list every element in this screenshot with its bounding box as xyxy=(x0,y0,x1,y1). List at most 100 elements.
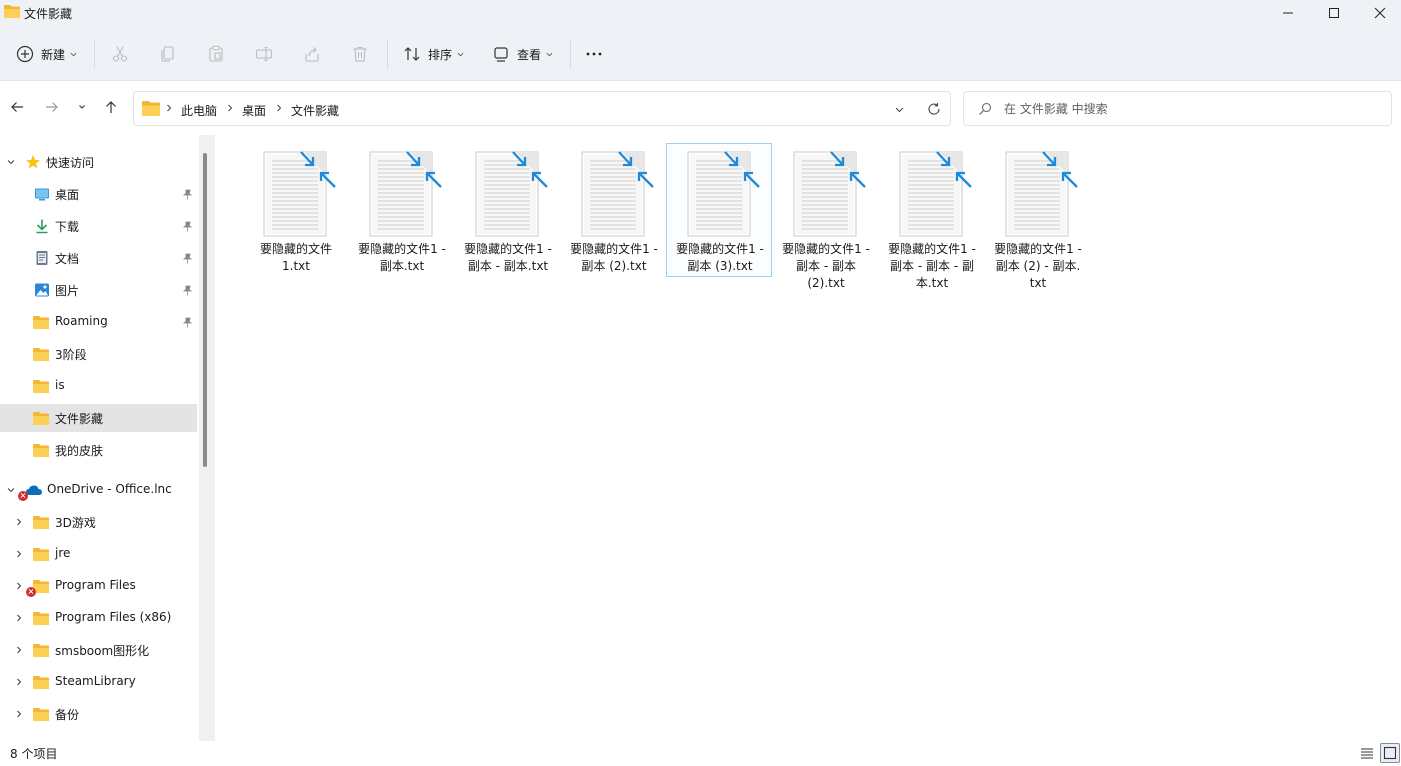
file-item[interactable]: 要隐藏的文件1 - 副本.txt xyxy=(348,143,454,277)
file-item[interactable]: 要隐藏的文件1 - 副本 (3).txt xyxy=(666,143,772,277)
sidebar-item-onedrive[interactable]: × OneDrive - Office.lnc xyxy=(0,476,197,504)
pin-icon[interactable] xyxy=(182,317,193,328)
file-name-line: 副本 - 副本.txt xyxy=(467,259,549,273)
chevron-down-icon[interactable] xyxy=(6,485,16,495)
pin-icon[interactable] xyxy=(182,253,193,264)
sidebar-item-current-folder[interactable]: 文件影藏 xyxy=(0,404,197,432)
chevron-right-icon[interactable] xyxy=(14,709,24,719)
text-file-shortcut-icon xyxy=(687,151,760,237)
copy-button[interactable] xyxy=(159,38,177,70)
chevron-right-icon[interactable] xyxy=(14,549,24,559)
pin-icon[interactable] xyxy=(182,189,193,200)
text-file-shortcut-icon xyxy=(899,151,972,237)
chevron-right-icon[interactable] xyxy=(14,645,24,655)
chevron-right-icon[interactable] xyxy=(14,613,24,623)
command-bar: 新建 排序 查看 xyxy=(0,26,1401,81)
sidebar-item-label: smsboom图形化 xyxy=(55,644,150,658)
file-item[interactable]: 要隐藏的文件1 - 副本 - 副本 (2).txt xyxy=(772,143,878,290)
file-item[interactable]: 要隐藏的文件1 - 副本 - 副本 - 副本.txt xyxy=(878,143,984,290)
sort-label: 排序 xyxy=(428,47,453,62)
sidebar-item-documents[interactable]: 文档 xyxy=(0,244,197,272)
breadcrumb-desktop[interactable]: 桌面 xyxy=(242,102,266,119)
sidebar-item-label: 备份 xyxy=(55,708,80,722)
chevron-down-icon[interactable] xyxy=(894,104,905,115)
chevron-down-icon xyxy=(70,52,77,56)
sidebar-item-label: 文档 xyxy=(55,252,80,266)
more-options-button[interactable] xyxy=(585,38,603,70)
sort-button[interactable]: 排序 xyxy=(403,38,464,70)
paste-button[interactable] xyxy=(207,38,225,70)
sidebar-item-label: Program Files (x86) xyxy=(55,610,172,624)
minimize-button[interactable] xyxy=(1265,0,1311,26)
document-icon xyxy=(36,251,48,265)
sidebar-item-quick-access[interactable]: 快速访问 xyxy=(0,148,197,176)
chevron-down-icon[interactable] xyxy=(6,157,16,167)
sidebar-scrollbar-track[interactable] xyxy=(199,135,215,741)
sidebar-scrollbar-thumb[interactable] xyxy=(203,153,207,467)
file-item[interactable]: 要隐藏的文件1 - 副本 - 副本.txt xyxy=(454,143,560,277)
folder-icon xyxy=(33,348,49,361)
chevron-down-icon xyxy=(79,105,85,109)
up-button[interactable] xyxy=(101,97,121,117)
picture-icon xyxy=(35,283,49,297)
rename-button[interactable] xyxy=(255,38,273,70)
pin-icon[interactable] xyxy=(182,221,193,232)
file-name: 要隐藏的文件1 - 副本 (2).txt xyxy=(563,241,665,275)
share-button[interactable] xyxy=(303,38,321,70)
sidebar-item-program-files[interactable]: × Program Files xyxy=(0,572,197,600)
maximize-button[interactable] xyxy=(1311,0,1357,26)
pin-icon[interactable] xyxy=(182,285,193,296)
search-box[interactable] xyxy=(963,91,1392,126)
sidebar-item-is[interactable]: is xyxy=(0,372,197,400)
cut-button[interactable] xyxy=(111,38,129,70)
forward-button[interactable] xyxy=(42,97,62,117)
item-count: 8 个项目 xyxy=(10,747,58,761)
address-bar[interactable]: 此电脑 桌面 文件影藏 xyxy=(133,91,951,126)
file-item[interactable]: 要隐藏的文件1 - 副本 (2) - 副本. txt xyxy=(984,143,1090,290)
sidebar-item-3jieduan[interactable]: 3阶段 xyxy=(0,340,197,368)
details-view-button[interactable] xyxy=(1357,743,1377,763)
sidebar-item-label: 我的皮肤 xyxy=(55,444,104,458)
sidebar-item-program-files-x86[interactable]: Program Files (x86) xyxy=(0,604,197,632)
sidebar-item-jre[interactable]: jre xyxy=(0,540,197,568)
delete-button[interactable] xyxy=(351,38,369,70)
file-view[interactable]: 要隐藏的文件 1.txt 要隐藏的文件1 - 副本.txt 要隐藏的文件1 - 副本 - … xyxy=(215,135,1401,741)
breadcrumb-this-pc[interactable]: 此电脑 xyxy=(181,102,217,119)
sidebar-item-desktop[interactable]: 桌面 xyxy=(0,180,197,208)
chevron-right-icon[interactable] xyxy=(14,517,24,527)
file-name: 要隐藏的文件1 - 副本 (2) - 副本. txt xyxy=(987,241,1089,292)
file-item[interactable]: 要隐藏的文件1 - 副本 (2).txt xyxy=(560,143,666,277)
sidebar-item-downloads[interactable]: 下载 xyxy=(0,212,197,240)
breadcrumb-current-folder[interactable]: 文件影藏 xyxy=(291,102,339,119)
delete-icon xyxy=(353,46,367,62)
chevron-right-icon[interactable] xyxy=(14,677,24,687)
sidebar-item-smsboom[interactable]: smsboom图形化 xyxy=(0,636,197,664)
folder-icon xyxy=(33,612,49,625)
list-view-icon xyxy=(1361,748,1373,759)
file-name-line: 要隐藏的文件1 - xyxy=(676,242,764,256)
view-button[interactable]: 查看 xyxy=(492,38,553,70)
back-button[interactable] xyxy=(7,97,27,117)
file-item[interactable]: 要隐藏的文件 1.txt xyxy=(242,143,348,277)
sidebar-item-my-skin[interactable]: 我的皮肤 xyxy=(0,436,197,464)
search-input[interactable] xyxy=(1004,100,1374,118)
refresh-icon[interactable] xyxy=(927,102,941,116)
folder-icon xyxy=(33,380,49,393)
file-name-line: 要隐藏的文件1 - xyxy=(358,242,446,256)
sidebar-item-3d-games[interactable]: 3D游戏 xyxy=(0,508,197,536)
chevron-right-icon[interactable] xyxy=(14,581,24,591)
sidebar-item-label: 下载 xyxy=(55,220,80,234)
text-file-shortcut-icon xyxy=(369,151,442,237)
sidebar-item-steamlibrary[interactable]: SteamLibrary xyxy=(0,668,197,696)
large-icons-view-button[interactable] xyxy=(1380,743,1400,763)
new-button[interactable]: 新建 xyxy=(16,38,77,70)
file-name-line: 要隐藏的文件1 - xyxy=(464,242,552,256)
close-button[interactable] xyxy=(1357,0,1401,26)
sidebar-item-roaming[interactable]: Roaming xyxy=(0,308,197,336)
file-name: 要隐藏的文件1 - 副本 - 副本 (2).txt xyxy=(775,241,877,292)
file-name-line: 要隐藏的文件1 - xyxy=(888,242,976,256)
folder-icon xyxy=(33,316,49,329)
recent-locations-button[interactable] xyxy=(72,97,92,117)
sidebar-item-pictures[interactable]: 图片 xyxy=(0,276,197,304)
sidebar-item-backup[interactable]: 备份 xyxy=(0,700,197,728)
